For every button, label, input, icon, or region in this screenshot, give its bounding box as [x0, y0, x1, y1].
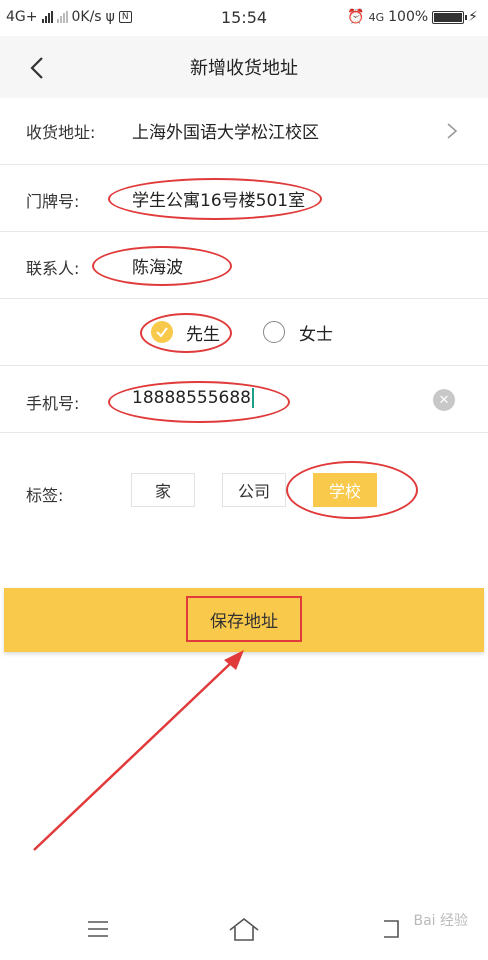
tag-home[interactable]: 家	[131, 473, 195, 507]
clear-icon[interactable]: ✕	[433, 389, 455, 411]
contact-input[interactable]: 陈海波	[132, 253, 183, 278]
address-label: 收货地址:	[26, 123, 96, 142]
chevron-right-icon	[447, 123, 458, 139]
phone-value: 18888555688	[132, 388, 251, 408]
contact-label: 联系人:	[26, 259, 80, 278]
save-address-label: 保存地址	[186, 596, 302, 642]
radio-empty-icon	[263, 321, 285, 343]
contact-row: 联系人: 陈海波	[0, 232, 488, 299]
tags-section: 标签: 家 公司 学校	[0, 433, 488, 583]
phone-row: 手机号: 18888555688 ✕	[0, 366, 488, 433]
battery-icon	[432, 10, 468, 24]
text-caret	[251, 388, 254, 408]
phone-label: 手机号:	[26, 394, 80, 413]
header: 新增收货地址	[0, 36, 488, 98]
doorplate-label: 门牌号:	[26, 192, 80, 211]
check-icon	[151, 321, 173, 343]
doorplate-input[interactable]: 学生公寓16号楼501室	[132, 186, 305, 211]
tag-school[interactable]: 学校	[313, 473, 377, 507]
tag-company[interactable]: 公司	[222, 473, 286, 507]
address-value: 上海外国语大学松江校区	[132, 123, 319, 143]
tags-label: 标签:	[26, 486, 64, 505]
status-right: ⏰ 4G 100% ⚡	[347, 9, 478, 25]
back-nav-icon[interactable]	[378, 917, 402, 941]
save-address-button[interactable]: 保存地址	[4, 588, 484, 652]
menu-icon[interactable]	[86, 917, 110, 941]
network-type-2: 4G	[368, 10, 385, 24]
alarm-icon: ⏰	[347, 9, 365, 25]
doorplate-row: 门牌号: 学生公寓16号楼501室	[0, 165, 488, 232]
gender-label-male: 先生	[186, 325, 220, 345]
gender-row: 先生 女士	[0, 299, 488, 366]
page-title: 新增收货地址	[190, 58, 298, 79]
watermark: Bai 经验	[413, 913, 468, 929]
charging-icon: ⚡	[468, 9, 478, 25]
battery-percent: 100%	[388, 9, 429, 25]
phone-input[interactable]: 18888555688	[132, 388, 254, 408]
status-bar: 4G+ 0K/s ψ N 15:54 ⏰ 4G 100% ⚡	[0, 0, 488, 36]
home-icon[interactable]	[228, 917, 260, 943]
address-row[interactable]: 收货地址: 上海外国语大学松江校区	[0, 98, 488, 165]
gender-label-female: 女士	[299, 325, 333, 345]
